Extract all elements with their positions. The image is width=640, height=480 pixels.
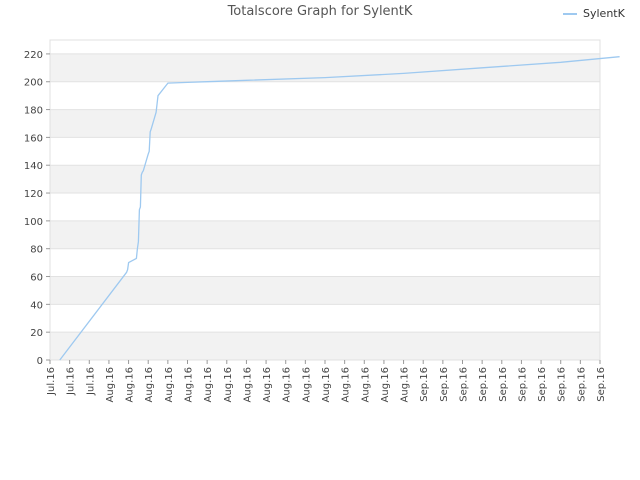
x-tick-label: Aug.16 [321, 367, 332, 402]
x-tick-label: Sep.16 [537, 367, 548, 402]
x-tick-label: Aug.16 [125, 367, 136, 402]
grid-band [50, 109, 600, 138]
y-tick-label: 80 [30, 245, 43, 256]
x-tick-label: Aug.16 [400, 367, 411, 402]
grid-band [50, 304, 600, 333]
x-tick-label: Sep.16 [498, 367, 509, 402]
x-tick-label: Sep.16 [557, 367, 568, 402]
x-tick-label: Sep.16 [576, 367, 587, 402]
grid-band [50, 137, 600, 166]
x-tick-label: Sep.16 [478, 367, 489, 402]
grid-band [50, 40, 600, 54]
chart-plot: 0 20 40 60 80 100 120 140 160 180 200 220 Jul.16 Jul.… [24, 39, 620, 402]
x-tick-label: Aug.16 [360, 367, 371, 402]
grid-band [50, 193, 600, 221]
y-tick-label: 200 [24, 78, 43, 89]
x-tick-label: Aug.16 [184, 367, 195, 402]
grid-band [50, 165, 600, 194]
x-tick-label: Aug.16 [242, 367, 253, 402]
x-tick-label: Sep.16 [517, 367, 528, 402]
x-tick-label: Aug.16 [105, 367, 116, 402]
x-tick-label: Aug.16 [144, 367, 155, 402]
y-tick-label: 20 [30, 328, 43, 339]
y-tick-label: 160 [24, 133, 43, 144]
x-tick-label: Jul.16 [46, 367, 57, 396]
x-tick-label: Aug.16 [164, 367, 175, 402]
grid-band [50, 81, 600, 110]
x-tick-label: Sep.16 [459, 367, 470, 402]
x-tick-label: Aug.16 [341, 367, 352, 402]
x-tick-label: Aug.16 [282, 367, 293, 402]
x-tick-label: Sep.16 [596, 367, 607, 402]
grid-band [50, 248, 600, 277]
y-tick-label: 40 [30, 300, 43, 311]
x-tick-label: Jul.16 [66, 367, 77, 396]
grid-band [50, 332, 600, 360]
x-tick-label: Sep.16 [419, 367, 430, 402]
y-tick-label: 0 [37, 356, 43, 367]
grid-band [50, 276, 600, 305]
x-tick-label: Aug.16 [203, 367, 214, 402]
x-tick-label: Aug.16 [380, 367, 391, 402]
y-tick-label: 120 [24, 189, 43, 200]
y-tick-label: 140 [24, 161, 43, 172]
x-tick-label: Aug.16 [223, 367, 234, 402]
x-tick-label: Sep.16 [439, 367, 450, 402]
x-tick-label: Jul.16 [85, 367, 96, 396]
x-tick-label: Aug.16 [301, 367, 312, 402]
x-tick-label: Aug.16 [262, 367, 273, 402]
y-tick-label: 220 [24, 50, 43, 61]
y-tick-label: 100 [24, 217, 43, 228]
y-tick-label: 60 [30, 273, 43, 284]
y-tick-label: 180 [24, 106, 43, 117]
grid-band [50, 220, 600, 249]
